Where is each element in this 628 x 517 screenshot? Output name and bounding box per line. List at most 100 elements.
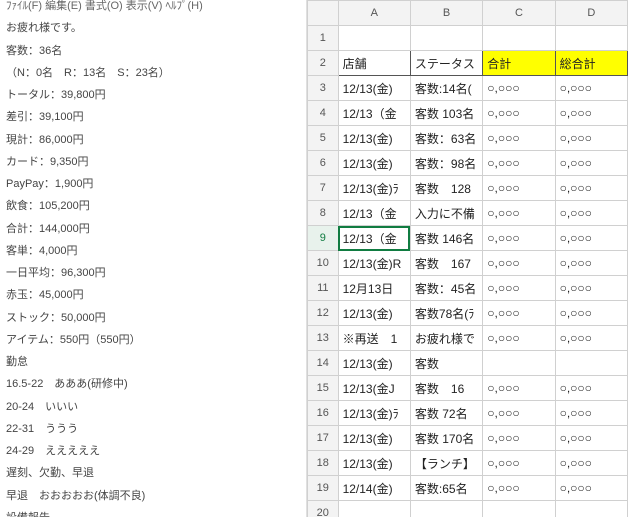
cell-D[interactable]: ○,○○○ [555, 101, 627, 126]
cell-B[interactable]: 入力に不備 [410, 201, 482, 226]
cell-A[interactable]: 12/13(金)ﾗ [338, 401, 410, 426]
row-header[interactable]: 11 [308, 276, 339, 301]
row-header[interactable]: 4 [308, 101, 339, 126]
row-header[interactable]: 2 [308, 51, 339, 76]
cell-B[interactable]: 客数78名(ﾗ [410, 301, 482, 326]
cell-B[interactable]: お疲れ様で [410, 326, 482, 351]
cell-C[interactable] [483, 351, 555, 376]
row-header[interactable]: 18 [308, 451, 339, 476]
cell-A[interactable]: 12/13(金) [338, 151, 410, 176]
row-header[interactable]: 10 [308, 251, 339, 276]
cell-A[interactable] [338, 26, 410, 51]
cell-B[interactable]: 客数：63名 [410, 126, 482, 151]
cell-B[interactable]: 客数 72名 [410, 401, 482, 426]
cell-B[interactable] [410, 26, 482, 51]
row-header[interactable]: 12 [308, 301, 339, 326]
cell-B[interactable]: 客数:65名 [410, 476, 482, 501]
cell-C[interactable]: ○,○○○ [483, 401, 555, 426]
cell-A[interactable]: 店舗 [338, 51, 410, 76]
cell-B[interactable]: 客数 146名 [410, 226, 482, 251]
row-header[interactable]: 14 [308, 351, 339, 376]
spreadsheet-grid[interactable]: A B C D 12店舗ステータス合計総合計312/13(金)客数:14名(○,… [307, 0, 628, 517]
cell-D[interactable] [555, 351, 627, 376]
cell-C[interactable]: ○,○○○ [483, 376, 555, 401]
cell-B[interactable] [410, 501, 482, 517]
cell-A[interactable]: ※再送 1 [338, 326, 410, 351]
row-header[interactable]: 5 [308, 126, 339, 151]
cell-B[interactable]: 客数 [410, 351, 482, 376]
cell-C[interactable]: ○,○○○ [483, 276, 555, 301]
cell-C[interactable]: ○,○○○ [483, 476, 555, 501]
col-header-B[interactable]: B [410, 1, 482, 26]
cell-C[interactable]: ○,○○○ [483, 101, 555, 126]
cell-C[interactable]: ○,○○○ [483, 251, 555, 276]
cell-B[interactable]: 客数：45名 [410, 276, 482, 301]
col-header-D[interactable]: D [555, 1, 627, 26]
row-header[interactable]: 19 [308, 476, 339, 501]
col-header-A[interactable]: A [338, 1, 410, 26]
cell-C[interactable]: 合計 [483, 51, 555, 76]
cell-A[interactable]: 12/13(金) [338, 451, 410, 476]
cell-B[interactable]: 客数 167 [410, 251, 482, 276]
row-header[interactable]: 3 [308, 76, 339, 101]
cell-D[interactable] [555, 501, 627, 517]
cell-C[interactable]: ○,○○○ [483, 76, 555, 101]
cell-B[interactable]: 客数：98名 [410, 151, 482, 176]
cell-A[interactable]: 12/13(金)R [338, 251, 410, 276]
row-header[interactable]: 6 [308, 151, 339, 176]
cell-D[interactable]: ○,○○○ [555, 401, 627, 426]
row-header[interactable]: 1 [308, 26, 339, 51]
cell-C[interactable] [483, 501, 555, 517]
cell-A[interactable]: 12/13（金 [338, 226, 410, 251]
cell-B[interactable]: 客数 128 [410, 176, 482, 201]
cell-B[interactable]: 客数 170名 [410, 426, 482, 451]
cell-D[interactable]: ○,○○○ [555, 251, 627, 276]
cell-D[interactable]: ○,○○○ [555, 176, 627, 201]
cell-A[interactable]: 12/13(金) [338, 76, 410, 101]
cell-A[interactable]: 12/13(金)ﾗ [338, 176, 410, 201]
cell-C[interactable]: ○,○○○ [483, 451, 555, 476]
cell-C[interactable]: ○,○○○ [483, 201, 555, 226]
row-header[interactable]: 7 [308, 176, 339, 201]
cell-D[interactable]: 総合計 [555, 51, 627, 76]
cell-D[interactable]: ○,○○○ [555, 226, 627, 251]
cell-D[interactable]: ○,○○○ [555, 76, 627, 101]
cell-A[interactable]: 12/13(金) [338, 126, 410, 151]
cell-A[interactable]: 12/13（金 [338, 201, 410, 226]
cell-D[interactable]: ○,○○○ [555, 126, 627, 151]
row-header[interactable]: 20 [308, 501, 339, 517]
cell-B[interactable]: 客数:14名( [410, 76, 482, 101]
cell-D[interactable]: ○,○○○ [555, 301, 627, 326]
cell-A[interactable]: 12/14(金) [338, 476, 410, 501]
cell-A[interactable]: 12/13（金 [338, 101, 410, 126]
cell-B[interactable]: 客数 16 [410, 376, 482, 401]
cell-C[interactable]: ○,○○○ [483, 126, 555, 151]
row-header[interactable]: 9 [308, 226, 339, 251]
cell-D[interactable]: ○,○○○ [555, 201, 627, 226]
cell-C[interactable]: ○,○○○ [483, 326, 555, 351]
row-header[interactable]: 13 [308, 326, 339, 351]
col-header-C[interactable]: C [483, 1, 555, 26]
row-header[interactable]: 8 [308, 201, 339, 226]
cell-A[interactable]: 12/13(金) [338, 301, 410, 326]
cell-A[interactable]: 12/13(金) [338, 426, 410, 451]
cell-C[interactable]: ○,○○○ [483, 176, 555, 201]
cell-C[interactable]: ○,○○○ [483, 151, 555, 176]
cell-D[interactable]: ○,○○○ [555, 426, 627, 451]
select-all-corner[interactable] [308, 1, 339, 26]
cell-C[interactable]: ○,○○○ [483, 426, 555, 451]
cell-D[interactable]: ○,○○○ [555, 476, 627, 501]
cell-A[interactable]: 12/13(金J [338, 376, 410, 401]
row-header[interactable]: 17 [308, 426, 339, 451]
cell-D[interactable]: ○,○○○ [555, 376, 627, 401]
cell-C[interactable] [483, 26, 555, 51]
cell-D[interactable]: ○,○○○ [555, 276, 627, 301]
cell-C[interactable]: ○,○○○ [483, 226, 555, 251]
cell-B[interactable]: ステータス [410, 51, 482, 76]
row-header[interactable]: 16 [308, 401, 339, 426]
cell-D[interactable]: ○,○○○ [555, 326, 627, 351]
cell-B[interactable]: 客数 103名 [410, 101, 482, 126]
cell-D[interactable]: ○,○○○ [555, 451, 627, 476]
cell-A[interactable]: 12月13日 [338, 276, 410, 301]
row-header[interactable]: 15 [308, 376, 339, 401]
